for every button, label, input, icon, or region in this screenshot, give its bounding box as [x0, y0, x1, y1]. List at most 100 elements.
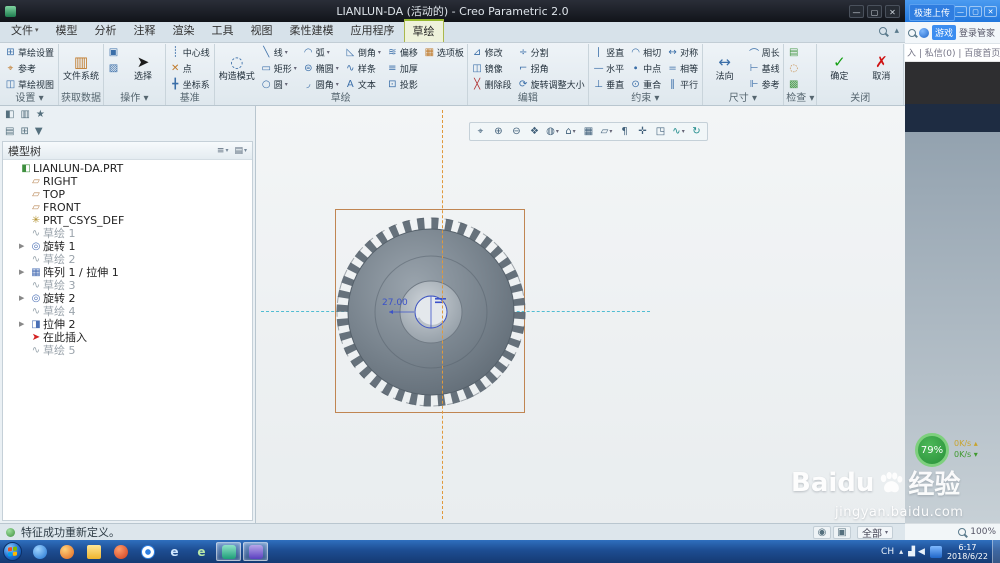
- tab-view[interactable]: 视图: [243, 19, 281, 42]
- annotation-display-icon[interactable]: ¶: [616, 124, 633, 139]
- status-find-icon[interactable]: ◉: [812, 525, 831, 539]
- games-button[interactable]: 游戏: [932, 25, 957, 40]
- tree-item-sketch-1[interactable]: ∿ 草绘 1: [3, 227, 252, 240]
- normal-dimension-button[interactable]: ↔ 法向: [705, 44, 745, 92]
- sketch-orientation-icon[interactable]: ↻: [688, 124, 705, 139]
- project-button[interactable]: ⊡ 投影: [385, 76, 420, 92]
- view-manager-icon[interactable]: ▦: [580, 124, 597, 139]
- tab-sketch[interactable]: 草绘: [403, 19, 444, 42]
- paste-button[interactable]: ▨: [106, 60, 121, 76]
- spin-center-icon[interactable]: ✛: [634, 124, 651, 139]
- line-button[interactable]: ╲ 线 ▾: [259, 44, 299, 60]
- taskbar-app-icon[interactable]: e: [189, 542, 214, 561]
- zoom-in-icon[interactable]: ⊕: [490, 124, 507, 139]
- text-button[interactable]: A 文本: [343, 76, 383, 92]
- tab-model[interactable]: 模型: [48, 19, 86, 42]
- parallel-constraint-button[interactable]: ∥ 平行: [665, 76, 700, 92]
- coordinate-system-button[interactable]: ╋ 坐标系: [168, 76, 212, 92]
- divide-button[interactable]: ÷ 分割: [516, 44, 587, 60]
- shade-closed-loops-button[interactable]: ▩: [786, 76, 801, 92]
- tree-item-right-plane[interactable]: ▱ RIGHT: [3, 175, 252, 188]
- panel-maximize-button[interactable]: ▢: [969, 5, 982, 17]
- tab-applications[interactable]: 应用程序: [343, 19, 403, 42]
- status-clipboard-icon[interactable]: ▣: [832, 525, 851, 539]
- zoom-out-icon[interactable]: ⊖: [508, 124, 525, 139]
- tree-expand-all-icon[interactable]: ⊞: [20, 126, 28, 137]
- thicken-button[interactable]: ≡ 加厚: [385, 60, 420, 76]
- perpendicular-constraint-button[interactable]: ⊥ 垂直: [591, 76, 626, 92]
- tree-item-top-plane[interactable]: ▱ TOP: [3, 188, 252, 201]
- tree-item-revolve-2[interactable]: ▶ ◎ 旋转 2: [3, 292, 252, 305]
- circle-button[interactable]: ○ 圆 ▾: [259, 76, 299, 92]
- horizontal-constraint-button[interactable]: — 水平: [591, 60, 626, 76]
- taskbar-qq-icon[interactable]: [27, 542, 52, 561]
- tab-tools[interactable]: 工具: [204, 19, 242, 42]
- rotate-resize-button[interactable]: ⟳ 旋转调整大小: [516, 76, 587, 92]
- vertical-constraint-button[interactable]: ∣ 竖直: [591, 44, 626, 60]
- taskbar-creo-icon[interactable]: [216, 542, 241, 561]
- modify-button[interactable]: ⊿ 修改: [470, 44, 514, 60]
- expand-arrow-icon[interactable]: ▶: [19, 240, 29, 253]
- reference-dimension-button[interactable]: ⊩ 参考: [747, 76, 782, 92]
- display-style-icon[interactable]: ◍ ▾: [544, 124, 561, 139]
- perspective-icon[interactable]: ◳: [652, 124, 669, 139]
- saved-orientations-icon[interactable]: ⌂ ▾: [562, 124, 579, 139]
- show-desktop-button[interactable]: [992, 540, 1000, 563]
- tree-item-insert-here[interactable]: ➤ 在此插入: [3, 331, 252, 344]
- refit-icon[interactable]: ⌖: [472, 124, 489, 139]
- overlapping-geometry-button[interactable]: ▤: [786, 44, 801, 60]
- panel-minimize-button[interactable]: —: [954, 5, 967, 17]
- file-system-button[interactable]: ▥ 文件系统: [61, 44, 101, 92]
- tab-file[interactable]: 文件 ▾: [3, 19, 47, 42]
- taskbar-folder-icon[interactable]: [81, 542, 106, 561]
- cancel-button[interactable]: ✗ 取消: [861, 44, 901, 92]
- centerline-button[interactable]: ┊ 中心线: [168, 44, 212, 60]
- tray-network-icon[interactable]: ▟: [908, 547, 915, 557]
- select-button[interactable]: ➤ 选择: [123, 44, 163, 92]
- corner-button[interactable]: ⌐ 拐角: [516, 60, 587, 76]
- datum-display-icon[interactable]: ▱ ▾: [598, 124, 615, 139]
- taskbar-ie-icon[interactable]: e: [162, 542, 187, 561]
- offset-button[interactable]: ≋ 偏移: [385, 44, 420, 60]
- fillet-button[interactable]: ◞ 圆角 ▾: [301, 76, 341, 92]
- taskbar-browser-icon[interactable]: [243, 542, 268, 561]
- dimension-value[interactable]: 27.00: [382, 298, 408, 308]
- midpoint-constraint-button[interactable]: ∙ 中点: [628, 60, 663, 76]
- spline-button[interactable]: ∿ 样条: [343, 60, 383, 76]
- references-button[interactable]: ⌖ 参考: [3, 60, 56, 76]
- language-indicator[interactable]: CH: [881, 547, 894, 557]
- search-icon[interactable]: [879, 27, 888, 35]
- construction-mode-button[interactable]: ◌ 构造模式: [217, 44, 257, 92]
- point-button[interactable]: ✕ 点: [168, 60, 212, 76]
- tree-item-front-plane[interactable]: ▱ FRONT: [3, 201, 252, 214]
- tree-filter-icon[interactable]: ▼: [35, 126, 43, 137]
- ellipse-button[interactable]: ⊜ 椭圆 ▾: [301, 60, 341, 76]
- sketch-view-button[interactable]: ◫ 草绘视图: [3, 76, 56, 92]
- taskbar-firefox-icon[interactable]: [54, 542, 79, 561]
- start-button[interactable]: [3, 542, 22, 561]
- ribbon-collapse-icon[interactable]: ▴: [894, 26, 899, 36]
- rectangle-button[interactable]: ▭ 矩形 ▾: [259, 60, 299, 76]
- tab-render[interactable]: 渲染: [165, 19, 203, 42]
- gear-model[interactable]: [329, 210, 533, 414]
- tree-columns-icon[interactable]: ▤: [5, 126, 14, 137]
- tab-analysis[interactable]: 分析: [87, 19, 125, 42]
- highlight-open-ends-button[interactable]: ◌: [786, 60, 801, 76]
- tree-item-sketch-2[interactable]: ∿ 草绘 2: [3, 253, 252, 266]
- tray-volume-icon[interactable]: ◀: [918, 547, 925, 557]
- tangent-constraint-button[interactable]: ◠ 相切: [628, 44, 663, 60]
- tree-item-part[interactable]: ◧ LIANLUN-DA.PRT: [3, 162, 252, 175]
- account-bar[interactable]: 入 | 私信(0) | 百度首页: [905, 44, 1000, 62]
- selection-filter[interactable]: 全部 ▾: [856, 525, 893, 540]
- tree-item-extrude-2[interactable]: ▶ ◨ 拉伸 2: [3, 318, 252, 331]
- upload-progress-gauge[interactable]: 79%: [915, 433, 949, 467]
- minimize-button[interactable]: —: [849, 4, 864, 18]
- graphics-canvas[interactable]: 27.00 ⌖ ⊕ ⊖ ❖ ◍ ▾ ⌂ ▾ ▦ ▱ ▾ ¶ ✛ ◳ ∿ ▾ ↻: [256, 106, 905, 523]
- perimeter-dimension-button[interactable]: ⌒ 周长: [747, 44, 782, 60]
- hidden-icons-chevron[interactable]: ▴: [899, 547, 903, 556]
- tree-show-button[interactable]: ≡ ▾: [217, 146, 229, 156]
- maximize-button[interactable]: ▢: [867, 4, 882, 18]
- favorites-icon[interactable]: ★: [36, 109, 45, 120]
- coincident-constraint-button[interactable]: ⊙ 重合: [628, 76, 663, 92]
- sketcher-display-icon[interactable]: ∿ ▾: [670, 124, 687, 139]
